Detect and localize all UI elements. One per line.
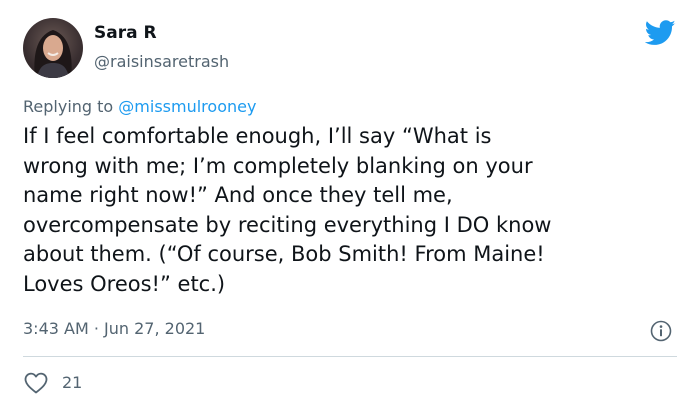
avatar[interactable] — [23, 18, 83, 78]
divider — [23, 356, 677, 357]
reply-prefix: Replying to — [23, 97, 119, 116]
tweet-text: If I feel comfortable enough, I’ll say “… — [23, 124, 552, 296]
reply-mention-link[interactable]: @missmulrooney — [118, 97, 256, 116]
twitter-bird-icon[interactable] — [644, 20, 676, 46]
reply-context: Replying to @missmulrooney — [23, 96, 256, 118]
tweet-timestamp[interactable]: 3:43 AM · Jun 27, 2021 — [23, 318, 205, 340]
like-count: 21 — [62, 373, 83, 392]
info-icon[interactable] — [650, 320, 672, 342]
tweet-card: Sara R @raisinsaretrash Replying to @mis… — [0, 0, 700, 411]
heart-icon[interactable] — [24, 372, 48, 394]
user-handle[interactable]: @raisinsaretrash — [94, 52, 229, 72]
display-name[interactable]: Sara R — [94, 22, 157, 44]
